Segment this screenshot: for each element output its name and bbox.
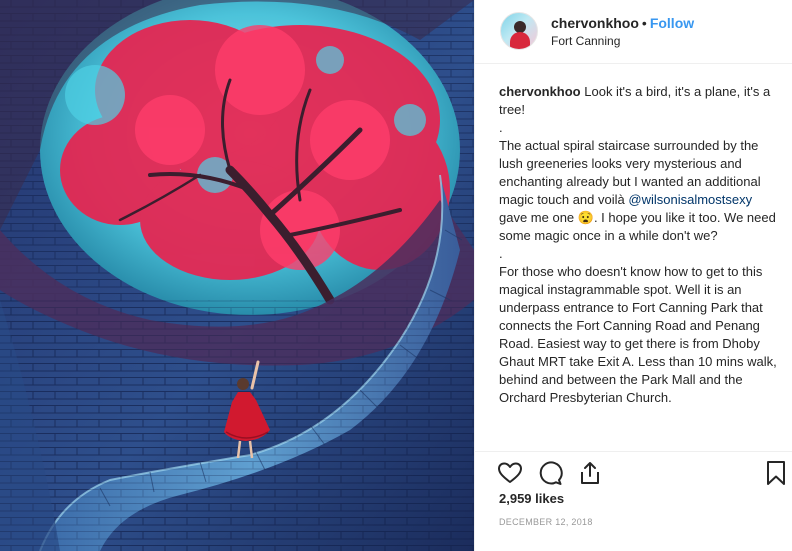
post-photo[interactable] xyxy=(0,0,474,551)
post-date: DECEMBER 12, 2018 xyxy=(499,517,593,527)
photo-image xyxy=(0,0,474,551)
post-caption: chervonkhoo Look it's a bird, it's a pla… xyxy=(499,83,777,407)
caption-dot: . xyxy=(499,246,503,261)
caption-dot: . xyxy=(499,120,503,135)
caption-paragraph-1: The actual spiral staircase surrounded b… xyxy=(499,137,777,245)
separator-dot: • xyxy=(641,15,647,31)
likes-count[interactable]: 2,959 likes xyxy=(499,491,564,506)
caption-para1-after: gave me one 😧. I hope you like it too. W… xyxy=(499,210,776,243)
caption-paragraph-2: For those who doesn't know how to get to… xyxy=(499,264,777,405)
location-link[interactable]: Fort Canning xyxy=(551,34,620,48)
share-icon[interactable] xyxy=(577,460,603,486)
caption-first-line: chervonkhoo Look it's a bird, it's a pla… xyxy=(499,83,777,119)
username-row: chervonkhoo • Follow xyxy=(551,15,694,31)
heart-icon[interactable] xyxy=(497,460,523,486)
follow-button[interactable]: Follow xyxy=(650,15,694,31)
action-bar xyxy=(475,451,792,491)
caption-username[interactable]: chervonkhoo xyxy=(499,84,581,99)
avatar[interactable] xyxy=(500,12,538,50)
avatar-figure-dress xyxy=(510,32,530,49)
comment-icon[interactable] xyxy=(537,460,563,486)
bookmark-icon[interactable] xyxy=(763,460,789,486)
post-header: chervonkhoo • Follow Fort Canning xyxy=(475,0,792,64)
username-link[interactable]: chervonkhoo xyxy=(551,15,639,31)
mention-link[interactable]: @wilsonisalmostsexy xyxy=(628,192,752,207)
post-panel: chervonkhoo • Follow Fort Canning chervonk… xyxy=(474,0,792,551)
